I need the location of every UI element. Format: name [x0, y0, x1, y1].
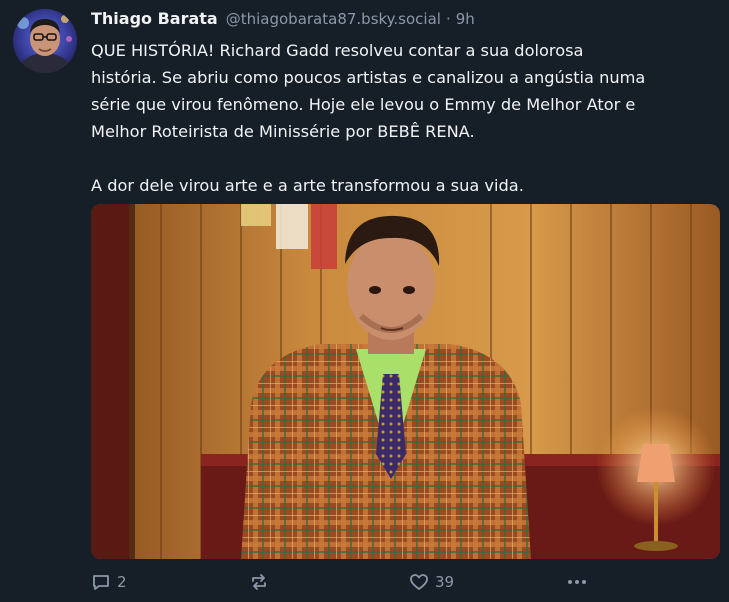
post-header: Thiago Barata @thiagobarata87.bsky.socia…: [91, 9, 721, 33]
reply-count: 2: [117, 573, 127, 591]
avatar[interactable]: [13, 9, 77, 73]
post-text-line: Melhor Roteirista de Minissérie por BEBÊ…: [91, 122, 475, 141]
heart-icon: [410, 574, 428, 590]
author-handle[interactable]: @thiagobarata87.bsky.social: [226, 10, 441, 28]
post-content: Thiago Barata @thiagobarata87.bsky.socia…: [91, 9, 721, 591]
post-text-line: história. Se abriu como poucos artistas …: [91, 68, 646, 87]
post-text-line: QUE HISTÓRIA! Richard Gadd resolveu cont…: [91, 41, 584, 60]
post-actions: 2 39: [91, 569, 721, 595]
post[interactable]: Thiago Barata @thiagobarata87.bsky.socia…: [0, 0, 729, 602]
more-options-icon: [568, 580, 586, 584]
post-text-line: série que virou fenômeno. Hoje ele levou…: [91, 95, 636, 114]
like-count: 39: [435, 573, 455, 591]
reply-icon: [93, 575, 109, 590]
repost-button[interactable]: [249, 569, 275, 595]
more-options-button[interactable]: [565, 569, 589, 595]
repost-icon: [252, 574, 266, 590]
header-separator: ·: [445, 10, 451, 28]
reply-button[interactable]: 2: [91, 569, 127, 595]
like-button[interactable]: 39: [409, 569, 454, 595]
avatar-image: [13, 9, 77, 73]
post-timestamp[interactable]: 9h: [456, 10, 475, 28]
author-display-name[interactable]: Thiago Barata: [91, 9, 218, 28]
embedded-photo: [91, 204, 720, 559]
post-image[interactable]: [91, 204, 720, 559]
post-text-line: A dor dele virou arte e a arte transform…: [91, 176, 524, 195]
post-text: QUE HISTÓRIA! Richard Gadd resolveu cont…: [91, 37, 721, 199]
